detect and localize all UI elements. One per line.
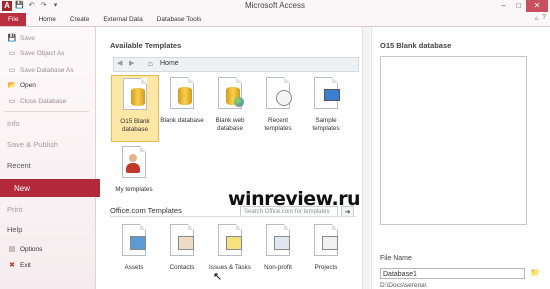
templates-scrollbar[interactable] xyxy=(362,27,370,289)
ribbon-right-icons: ▵ ? xyxy=(535,14,546,22)
minimize-button[interactable]: – xyxy=(496,0,511,12)
backstage-exit[interactable]: ✖ Exit xyxy=(0,261,95,270)
file-name-label: File Name xyxy=(380,255,412,262)
office-templates-title: Office.com Templates xyxy=(110,206,182,215)
tab-file[interactable]: File xyxy=(0,13,27,26)
template-tile-sample[interactable]: Sample templates xyxy=(303,75,349,132)
backstage-nav: 💾 Save ▭ Save Object As ▭ Save Database As … xyxy=(0,27,100,289)
file-path: D:\Docs\serena\ xyxy=(380,282,427,289)
template-label: Projects xyxy=(314,264,338,271)
save-database-icon: ▭ xyxy=(8,67,16,74)
backstage-print[interactable]: Print xyxy=(0,205,102,214)
backstage-save-object-label: Save Object As xyxy=(20,49,65,57)
tab-home[interactable]: Home xyxy=(38,13,55,26)
save-icon: 💾 xyxy=(7,35,17,42)
template-label: Blank web database xyxy=(215,117,245,132)
home-icon[interactable]: ⌂ xyxy=(148,59,153,68)
browse-folder-icon[interactable]: 📁 xyxy=(530,268,540,277)
backstage-close-database[interactable]: ▭ Close Database xyxy=(0,97,95,106)
close-button[interactable]: ✕ xyxy=(526,0,548,12)
backstage-save-database-label: Save Database As xyxy=(20,66,74,74)
minimize-ribbon-icon[interactable]: ▵ xyxy=(535,14,539,22)
tab-database-tools[interactable]: Database Tools xyxy=(157,13,202,26)
backstage-save-database-as[interactable]: ▭ Save Database As xyxy=(0,66,95,75)
home-breadcrumb[interactable]: Home xyxy=(160,60,179,67)
template-label: Sample templates xyxy=(312,117,340,132)
help-icon[interactable]: ? xyxy=(542,14,546,22)
title-bar: A 💾 ↶ ↷ ▾ Microsoft Access – □ ✕ xyxy=(0,0,550,14)
template-label: Recent templates xyxy=(264,117,292,132)
backstage-close-database-label: Close Database xyxy=(20,97,67,105)
save-object-icon: ▭ xyxy=(8,50,16,57)
template-label: Assets xyxy=(124,264,144,271)
template-tile-o15-blank[interactable]: O15 Blank database xyxy=(111,75,159,142)
template-label: Contacts xyxy=(169,264,195,271)
backstage-save[interactable]: 💾 Save xyxy=(0,34,95,43)
non-profit-icon xyxy=(260,222,296,262)
backstage-save-label: Save xyxy=(20,34,35,42)
options-icon: ▤ xyxy=(8,246,16,253)
ribbon-tabs: File Home Create External Data Database … xyxy=(0,13,550,27)
issues-tasks-icon xyxy=(212,222,248,262)
backstage-recent[interactable]: Recent xyxy=(0,161,102,170)
template-label: Non-profit xyxy=(264,264,292,271)
backstage-open[interactable]: 📂 Open xyxy=(0,81,95,90)
backstage-save-object-as[interactable]: ▭ Save Object As xyxy=(0,49,95,58)
web-database-icon xyxy=(212,75,248,115)
template-navigation-bar: ◀ ▶ ⌂ Home xyxy=(113,57,359,72)
template-label: O15 Blank database xyxy=(120,118,150,133)
close-database-icon: ▭ xyxy=(8,98,16,105)
backstage-options-label: Options xyxy=(20,245,43,253)
blank-database-icon xyxy=(117,76,153,116)
office-tile-assets[interactable]: Assets xyxy=(111,222,157,272)
tab-create[interactable]: Create xyxy=(70,13,90,26)
preview-title: O15 Blank database xyxy=(380,41,452,50)
template-tile-blank-web[interactable]: Blank web database xyxy=(207,75,253,132)
tab-external-data[interactable]: External Data xyxy=(103,13,142,26)
backstage-exit-label: Exit xyxy=(20,261,31,269)
office-tile-non-profit[interactable]: Non-profit xyxy=(255,222,301,272)
template-tile-blank[interactable]: Blank database xyxy=(159,75,205,125)
backstage-new[interactable]: New xyxy=(0,179,100,197)
maximize-button[interactable]: □ xyxy=(511,0,526,12)
backstage-options[interactable]: ▤ Options xyxy=(0,245,95,254)
office-tile-contacts[interactable]: Contacts xyxy=(159,222,205,272)
new-selection-arrow xyxy=(87,179,95,197)
mouse-cursor-icon: ↖ xyxy=(213,271,223,283)
blank-database-icon xyxy=(164,75,200,115)
assets-icon xyxy=(116,222,152,262)
file-name-input[interactable]: Database1 xyxy=(380,268,525,279)
office-tile-issues-tasks[interactable]: Issues & Tasks xyxy=(207,222,253,272)
template-preview xyxy=(380,56,527,225)
forward-icon[interactable]: ▶ xyxy=(129,59,134,67)
template-tile-recent[interactable]: Recent templates xyxy=(255,75,301,132)
back-icon[interactable]: ◀ xyxy=(117,59,122,67)
window-title: Microsoft Access xyxy=(244,1,305,10)
recent-templates-icon xyxy=(260,75,296,115)
open-folder-icon: 📂 xyxy=(7,82,17,89)
template-label: Blank database xyxy=(160,117,204,124)
template-label: My templates xyxy=(115,186,153,193)
office-tile-projects[interactable]: Projects xyxy=(303,222,349,272)
template-tile-my-templates[interactable]: My templates xyxy=(111,144,157,194)
projects-icon xyxy=(308,222,344,262)
divider xyxy=(4,111,89,112)
backstage-help[interactable]: Help xyxy=(0,225,102,234)
my-templates-icon xyxy=(116,144,152,184)
watermark-text: winreview.ru xyxy=(228,188,361,210)
exit-icon: ✖ xyxy=(9,262,15,269)
contacts-icon xyxy=(164,222,200,262)
backstage-save-publish[interactable]: Save & Publish xyxy=(0,140,102,149)
divider xyxy=(110,216,356,217)
backstage-info[interactable]: Info xyxy=(0,119,102,128)
available-templates-title: Available Templates xyxy=(110,41,182,50)
sample-templates-icon xyxy=(308,75,344,115)
window-controls: – □ ✕ xyxy=(496,0,548,12)
backstage-open-label: Open xyxy=(20,81,36,89)
